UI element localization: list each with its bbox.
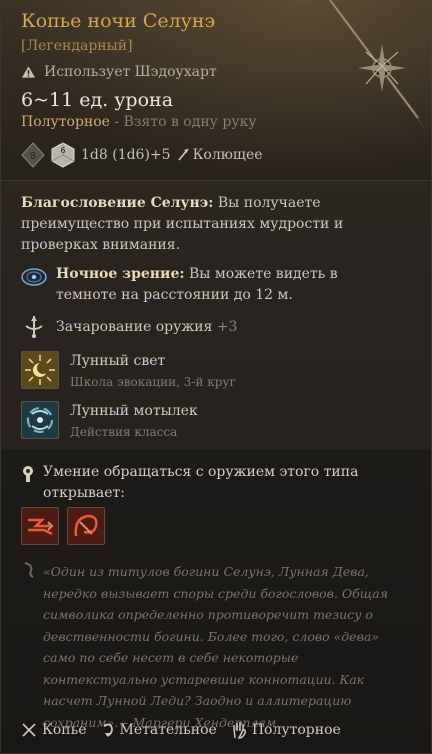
unlocked-ability-1[interactable] [21, 507, 59, 545]
d6-die-icon: 6 [51, 142, 75, 168]
enchantment-row: Зачарование оружия +3 [56, 319, 237, 335]
damage-type-label: Колющее [192, 147, 263, 163]
blessing-name: Благословение Селунэ: [21, 195, 214, 211]
handedness-row: Полуторное - Взято в одну руку [21, 114, 257, 130]
darkvision-passive: Ночное зрение: Вы можете видеть в темнот… [56, 264, 396, 306]
dice-formula: 1d8 (1d6)+5 [81, 147, 171, 163]
moon-moth-icon [22, 402, 58, 438]
lore-quill-icon [24, 562, 34, 578]
tag-versatile[interactable]: Полуторное [231, 721, 341, 739]
damage-type: Колющее [177, 147, 263, 163]
spear-artwork [328, 0, 426, 132]
d6-label: 6 [60, 146, 65, 155]
tag-spear[interactable]: Копье [21, 722, 87, 738]
ability-icon-2 [68, 508, 104, 544]
unlocked-ability-2[interactable] [67, 507, 105, 545]
spell-sub-1: Школа эвокации, 3-й круг [70, 375, 236, 389]
lore-text: «Один из титулов богини Селунэ, Лунная Д… [43, 564, 389, 730]
darkvision-name: Ночное зрение: [56, 266, 185, 282]
requirement-row: Использует Шэдоухарт [21, 64, 217, 80]
spell-name-1: Лунный свет [70, 353, 166, 369]
moonbeam-spell-slot[interactable] [21, 351, 59, 389]
darkvision-eye-icon [21, 268, 47, 286]
piercing-icon [177, 148, 189, 161]
item-rarity: [Легендарный] [21, 38, 133, 54]
requirement-text: Использует Шэдоухарт [44, 64, 217, 80]
thrown-icon [103, 723, 113, 737]
proficiency-icon [23, 466, 33, 482]
tag-thrown-label: Метательное [119, 722, 217, 738]
tag-spear-label: Копье [42, 722, 87, 738]
d8-label: 8 [30, 151, 36, 162]
handedness-note: - Взято в одну руку [114, 114, 257, 130]
versatile-hand-icon [233, 722, 246, 739]
item-name: Копье ночи Селунэ [21, 10, 216, 32]
enchantment-label: Зачарование оружия [56, 319, 213, 335]
enchantment-value: +3 [216, 319, 238, 335]
proficiency-text: Умение обращаться с оружием этого типа о… [43, 464, 359, 501]
spell-name-2: Лунный мотылек [70, 403, 198, 419]
spell-sub-2: Действия класса [70, 425, 178, 439]
damage-range: 6~11 ед. урона [21, 89, 174, 111]
weapon-tags: Копье Метательное Полуторное [21, 721, 341, 739]
moonbeam-spell-icon [22, 352, 58, 388]
d8-die-icon: 8 [21, 142, 45, 168]
handedness-label: Полуторное [21, 114, 110, 130]
blessing-passive: Благословение Селунэ: Вы получаете преим… [21, 193, 381, 256]
tag-thrown[interactable]: Метательное [101, 722, 217, 738]
tag-versatile-label: Полуторное [251, 722, 341, 738]
moon-moth-spell-slot[interactable] [21, 401, 59, 439]
ability-icon-1 [22, 508, 58, 544]
dice-row: 8 6 1d8 (1d6)+5 Колющее [21, 142, 263, 168]
warning-icon [21, 66, 36, 78]
item-tooltip: Копье ночи Селунэ [Легендарный] Использу… [0, 0, 432, 754]
spear-icon [22, 723, 36, 737]
enchant-icon [25, 316, 43, 338]
